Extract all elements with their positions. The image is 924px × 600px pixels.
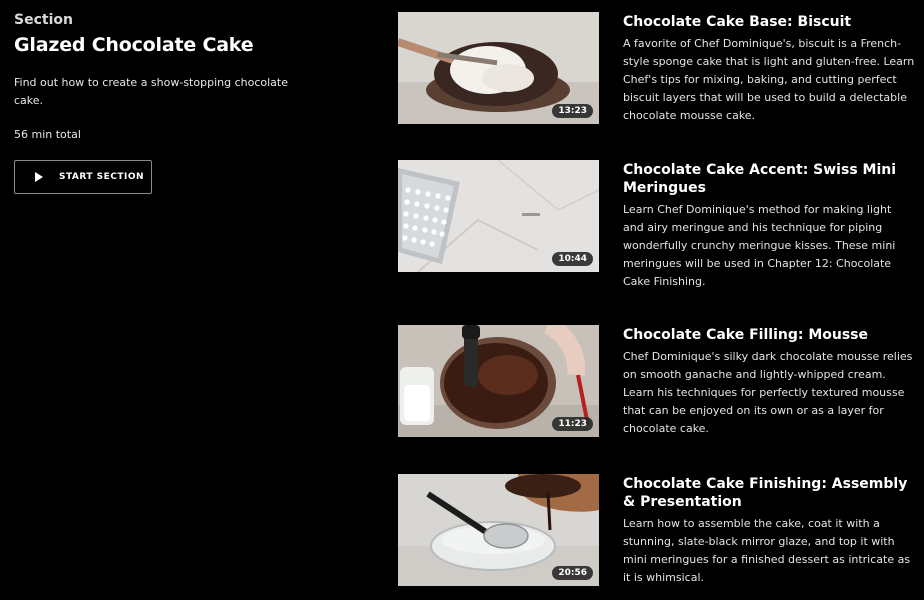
section-header: Section Glazed Chocolate Cake Find out h… (14, 12, 304, 194)
lesson-duration: 10:44 (552, 252, 593, 266)
section-description: Find out how to create a show-stopping c… (14, 76, 288, 107)
lesson-description: Learn how to assemble the cake, coat it … (623, 517, 911, 584)
lesson-title[interactable]: Chocolate Cake Filling: Mousse (623, 326, 915, 344)
lesson-title[interactable]: Chocolate Cake Base: Biscuit (623, 13, 915, 31)
lesson-description: Learn Chef Dominique's method for making… (623, 203, 896, 288)
lesson-description: A favorite of Chef Dominique's, biscuit … (623, 37, 915, 122)
lesson-duration: 13:23 (552, 104, 593, 118)
start-section-label: START SECTION (59, 172, 145, 182)
lesson-duration: 11:23 (552, 417, 593, 431)
lesson-title[interactable]: Chocolate Cake Accent: Swiss Mini Mering… (623, 161, 915, 197)
lesson-thumbnail[interactable]: 10:44 (398, 160, 599, 272)
lesson-description: Chef Dominique's silky dark chocolate mo… (623, 350, 913, 435)
lesson-thumbnail[interactable]: 11:23 (398, 325, 599, 437)
lesson-title[interactable]: Chocolate Cake Finishing: Assembly & Pre… (623, 475, 915, 511)
lesson-duration: 20:56 (552, 566, 593, 580)
section-title: Glazed Chocolate Cake (14, 34, 254, 56)
lesson-thumbnail[interactable]: 13:23 (398, 12, 599, 124)
section-label: Section (14, 12, 73, 28)
start-section-button[interactable]: START SECTION (14, 160, 152, 194)
section-total-duration: 56 min total (14, 128, 81, 141)
lesson-thumbnail[interactable]: 20:56 (398, 474, 599, 586)
play-icon (35, 172, 43, 182)
